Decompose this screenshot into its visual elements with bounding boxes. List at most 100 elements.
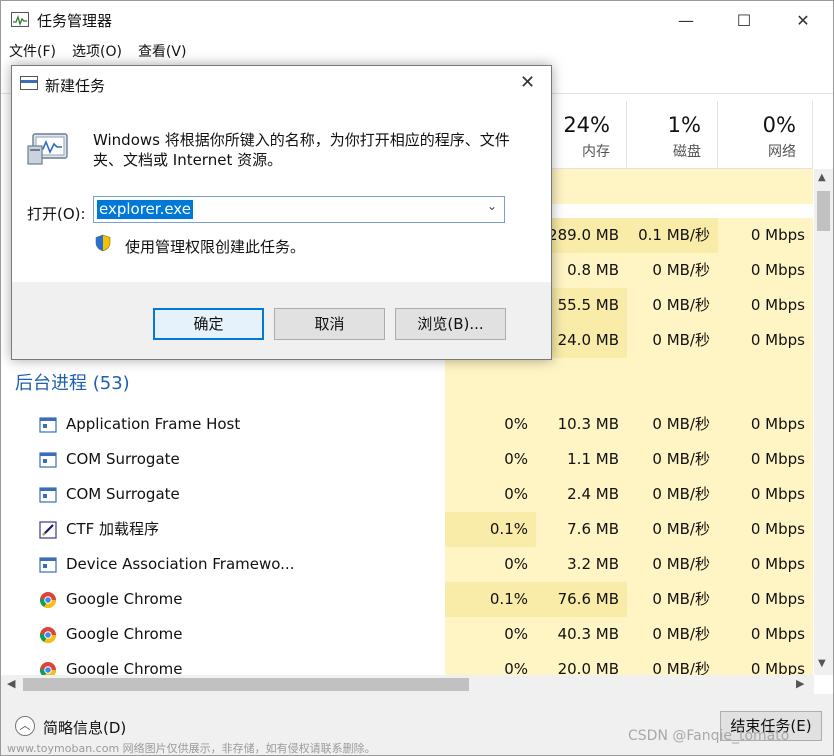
menu-bar: 文件(F) 选项(O) 查看(V) bbox=[1, 41, 194, 63]
disk-cell: 0 MB/秒 bbox=[627, 407, 718, 442]
cpu-cell: 0% bbox=[445, 442, 536, 477]
disk-cell: 0 MB/秒 bbox=[627, 652, 718, 675]
network-cell: 0 Mbps bbox=[718, 407, 813, 442]
open-combobox[interactable]: explorer.exe ⌄ bbox=[93, 196, 505, 223]
chevron-down-icon[interactable]: ⌄ bbox=[487, 199, 497, 213]
dialog-button-area: 确定 取消 浏览(B)... bbox=[12, 282, 551, 359]
network-cell: 0 Mbps bbox=[718, 477, 813, 512]
disk-cell: 0 MB/秒 bbox=[627, 477, 718, 512]
cancel-button[interactable]: 取消 bbox=[274, 308, 385, 340]
disk-cell bbox=[627, 358, 718, 408]
disk-label: 磁盘 bbox=[673, 144, 701, 160]
disk-cell: 0.1 MB/秒 bbox=[627, 218, 718, 253]
fewer-details-link[interactable]: 简略信息(D) bbox=[43, 717, 126, 738]
memory-cell: 3.2 MB bbox=[536, 547, 627, 582]
window-icon bbox=[39, 557, 57, 573]
footer-bar: ︿ 简略信息(D) 结束任务(E) www.toymoban.com 网络图片仅… bbox=[1, 694, 833, 755]
memory-cell: 1.1 MB bbox=[536, 442, 627, 477]
process-name: COM Surrogate bbox=[66, 485, 180, 503]
window-icon bbox=[39, 487, 57, 503]
network-cell: 0 Mbps bbox=[718, 442, 813, 477]
window-icon bbox=[39, 452, 57, 468]
horizontal-scroll-thumb[interactable] bbox=[23, 678, 469, 691]
chrome-icon bbox=[39, 662, 56, 675]
disk-cell bbox=[627, 169, 718, 204]
scroll-left-icon[interactable]: ◀ bbox=[7, 677, 15, 690]
table-row[interactable]: Application Frame Host 0% 10.3 MB 0 MB/秒… bbox=[1, 407, 813, 442]
process-name: Device Association Framewo... bbox=[66, 555, 295, 573]
memory-cell: 76.6 MB bbox=[536, 582, 627, 617]
pen-icon bbox=[39, 521, 57, 539]
scroll-down-icon[interactable]: ▼ bbox=[818, 658, 826, 669]
dialog-title: 新建任务 bbox=[45, 77, 106, 95]
title-bar[interactable]: 任务管理器 — ☐ ✕ bbox=[1, 1, 833, 39]
table-row[interactable]: Google Chrome 0% 20.0 MB 0 MB/秒 0 Mbps bbox=[1, 652, 813, 675]
memory-cell: 10.3 MB bbox=[536, 407, 627, 442]
maximize-button[interactable]: ☐ bbox=[721, 5, 767, 35]
cpu-cell: 0% bbox=[445, 407, 536, 442]
network-cell: 0 Mbps bbox=[718, 582, 813, 617]
chevron-up-icon[interactable]: ︿ bbox=[15, 716, 35, 736]
table-row[interactable]: Google Chrome 0.1% 76.6 MB 0 MB/秒 0 Mbps bbox=[1, 582, 813, 617]
group-header-row[interactable]: 后台进程 (53) bbox=[1, 358, 813, 408]
network-cell bbox=[718, 358, 813, 408]
browse-button[interactable]: 浏览(B)... bbox=[395, 308, 506, 340]
open-label: 打开(O): bbox=[27, 205, 86, 223]
cpu-cell: 0.1% bbox=[445, 512, 536, 547]
window-icon bbox=[39, 417, 57, 433]
menu-file[interactable]: 文件(F) bbox=[1, 41, 64, 63]
menu-options[interactable]: 选项(O) bbox=[64, 41, 130, 63]
cpu-cell: 0% bbox=[445, 547, 536, 582]
cpu-cell: 0% bbox=[445, 652, 536, 675]
memory-cell: 7.6 MB bbox=[536, 512, 627, 547]
dialog-close-button[interactable]: ✕ bbox=[520, 72, 535, 93]
vertical-scroll-thumb[interactable] bbox=[817, 191, 830, 231]
process-name: Application Frame Host bbox=[66, 415, 241, 433]
table-row[interactable]: COM Surrogate 0% 2.4 MB 0 MB/秒 0 Mbps bbox=[1, 477, 813, 512]
table-row[interactable]: Google Chrome 0% 40.3 MB 0 MB/秒 0 Mbps bbox=[1, 617, 813, 652]
disk-cell: 0 MB/秒 bbox=[627, 512, 718, 547]
dialog-title-bar[interactable]: 新建任务 ✕ bbox=[12, 66, 551, 100]
chrome-icon bbox=[39, 627, 56, 644]
network-cell: 0 Mbps bbox=[718, 652, 813, 675]
process-name: Google Chrome bbox=[66, 660, 183, 675]
table-row[interactable]: CTF 加载程序 0.1% 7.6 MB 0 MB/秒 0 Mbps bbox=[1, 512, 813, 547]
open-input-value[interactable]: explorer.exe bbox=[97, 200, 193, 219]
admin-task-label: 使用管理权限创建此任务。 bbox=[125, 238, 306, 256]
uac-shield-icon bbox=[95, 234, 111, 252]
scroll-right-icon[interactable]: ▶ bbox=[796, 677, 804, 690]
disk-cell: 0 MB/秒 bbox=[627, 442, 718, 477]
column-header-network[interactable]: 0% 网络 bbox=[718, 101, 813, 169]
disk-cell: 0 MB/秒 bbox=[627, 253, 718, 288]
run-program-icon bbox=[27, 133, 68, 165]
memory-cell: 2.4 MB bbox=[536, 477, 627, 512]
process-name: Google Chrome bbox=[66, 625, 183, 643]
disk-cell: 0 MB/秒 bbox=[627, 617, 718, 652]
column-header-disk[interactable]: 1% 磁盘 bbox=[627, 101, 718, 169]
ok-button[interactable]: 确定 bbox=[153, 308, 264, 340]
menu-view[interactable]: 查看(V) bbox=[130, 41, 195, 63]
horizontal-scrollbar[interactable]: ◀ ▶ bbox=[1, 675, 814, 694]
network-cell: 0 Mbps bbox=[718, 547, 813, 582]
memory-cell: 40.3 MB bbox=[536, 617, 627, 652]
table-row[interactable]: Device Association Framewo... 0% 3.2 MB … bbox=[1, 547, 813, 582]
table-row[interactable]: COM Surrogate 0% 1.1 MB 0 MB/秒 0 Mbps bbox=[1, 442, 813, 477]
network-label: 网络 bbox=[768, 144, 796, 160]
network-cell: 0 Mbps bbox=[718, 253, 813, 288]
network-cell bbox=[718, 169, 813, 204]
minimize-button[interactable]: — bbox=[663, 5, 709, 35]
vertical-scrollbar[interactable]: ▲ ▼ bbox=[814, 169, 833, 675]
cpu-cell: 0% bbox=[445, 617, 536, 652]
memory-cell: 20.0 MB bbox=[536, 652, 627, 675]
chrome-icon bbox=[39, 592, 56, 609]
disk-cell: 0 MB/秒 bbox=[627, 547, 718, 582]
close-button[interactable]: ✕ bbox=[780, 5, 826, 35]
watermark-right: CSDN @Fanqie_tomato bbox=[628, 728, 790, 744]
cpu-cell: 0.1% bbox=[445, 582, 536, 617]
dialog-description: Windows 将根据你所键入的名称，为你打开相应的程序、文件夹、文档或 Int… bbox=[93, 131, 510, 169]
process-name: COM Surrogate bbox=[66, 450, 180, 468]
network-percent: 0% bbox=[762, 113, 796, 137]
scroll-up-icon[interactable]: ▲ bbox=[818, 172, 826, 183]
run-window-icon bbox=[20, 76, 38, 90]
disk-percent: 1% bbox=[667, 113, 701, 137]
